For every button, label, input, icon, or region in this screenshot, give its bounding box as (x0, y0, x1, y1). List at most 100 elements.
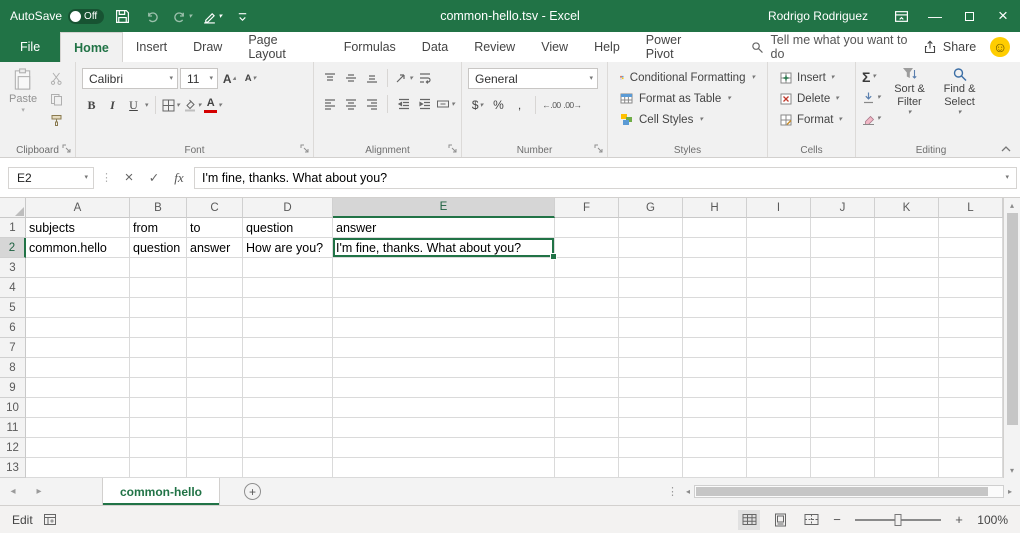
redo-button[interactable]: ▾ (170, 3, 194, 29)
comma-style-button[interactable]: , (510, 95, 529, 115)
cell-K6[interactable] (875, 318, 939, 338)
cell-K1[interactable] (875, 218, 939, 238)
vertical-scrollbar[interactable]: ▴ ▾ (1003, 198, 1020, 478)
cell-I12[interactable] (747, 438, 811, 458)
cell-I9[interactable] (747, 378, 811, 398)
align-left-button[interactable] (320, 94, 339, 114)
sheet-nav-prev-button[interactable]: ◂ (0, 486, 26, 497)
delete-cells-button[interactable]: Delete ▾ (774, 89, 849, 108)
scroll-down-icon[interactable]: ▾ (1010, 465, 1014, 476)
column-header-D[interactable]: D (243, 198, 333, 218)
cell-G12[interactable] (619, 438, 683, 458)
cell-B10[interactable] (130, 398, 187, 418)
formula-input[interactable]: I'm fine, thanks. What about you? ▾ (194, 167, 1017, 189)
cell-L3[interactable] (939, 258, 1003, 278)
merge-center-button[interactable]: ▾ (436, 94, 455, 114)
cell-H12[interactable] (683, 438, 747, 458)
cell-J10[interactable] (811, 398, 875, 418)
number-format-select[interactable]: General ▾ (468, 68, 598, 89)
cell-D12[interactable] (243, 438, 333, 458)
clipboard-dialog-launcher[interactable] (62, 144, 72, 154)
cancel-button[interactable]: × (119, 169, 139, 186)
increase-decimal-button[interactable]: ←.00 (542, 95, 561, 115)
scroll-up-icon[interactable]: ▴ (1010, 200, 1014, 211)
cell-J12[interactable] (811, 438, 875, 458)
decrease-decimal-button[interactable]: .00→ (563, 95, 582, 115)
cell-F11[interactable] (555, 418, 619, 438)
cell-F2[interactable] (555, 238, 619, 258)
clear-button[interactable]: ▾ (862, 110, 881, 127)
row-header-12[interactable]: 12 (0, 438, 26, 458)
formula-bar-splitter[interactable]: ⋮ (99, 171, 114, 184)
zoom-in-button[interactable]: + (953, 512, 965, 527)
column-header-B[interactable]: B (130, 198, 187, 218)
cell-K9[interactable] (875, 378, 939, 398)
cell-I3[interactable] (747, 258, 811, 278)
zoom-slider[interactable] (855, 519, 941, 521)
sort-filter-button[interactable]: Sort & Filter ▾ (885, 65, 935, 142)
cell-J1[interactable] (811, 218, 875, 238)
cell-E1[interactable]: answer (333, 218, 555, 238)
column-header-H[interactable]: H (683, 198, 747, 218)
column-header-A[interactable]: A (26, 198, 130, 218)
tab-formulas[interactable]: Formulas (331, 32, 409, 62)
cell-A6[interactable] (26, 318, 130, 338)
column-header-C[interactable]: C (187, 198, 243, 218)
cell-J5[interactable] (811, 298, 875, 318)
cell-K2[interactable] (875, 238, 939, 258)
cell-B8[interactable] (130, 358, 187, 378)
scroll-left-icon[interactable]: ◂ (686, 486, 690, 497)
cell-B2[interactable]: question (130, 238, 187, 258)
cell-G7[interactable] (619, 338, 683, 358)
column-header-F[interactable]: F (555, 198, 619, 218)
normal-view-button[interactable] (738, 510, 760, 530)
decrease-font-size-button[interactable]: A▾ (241, 69, 260, 89)
cell-J2[interactable] (811, 238, 875, 258)
cut-button[interactable] (44, 70, 68, 87)
cell-D5[interactable] (243, 298, 333, 318)
cell-B12[interactable] (130, 438, 187, 458)
cell-D4[interactable] (243, 278, 333, 298)
cell-J11[interactable] (811, 418, 875, 438)
minimize-button[interactable]: — (918, 0, 952, 32)
cell-C5[interactable] (187, 298, 243, 318)
underline-button[interactable]: U (124, 95, 143, 115)
row-header-11[interactable]: 11 (0, 418, 26, 438)
cell-C13[interactable] (187, 458, 243, 478)
cell-C6[interactable] (187, 318, 243, 338)
vertical-scroll-track[interactable] (1007, 211, 1018, 465)
borders-button[interactable]: ▾ (162, 95, 181, 115)
tab-view[interactable]: View (528, 32, 581, 62)
cell-H13[interactable] (683, 458, 747, 478)
cell-L11[interactable] (939, 418, 1003, 438)
format-as-table-button[interactable]: Format as Table ▾ (614, 89, 761, 108)
fill-color-button[interactable]: ▾ (183, 95, 202, 115)
cell-J13[interactable] (811, 458, 875, 478)
cell-B1[interactable]: from (130, 218, 187, 238)
cell-H1[interactable] (683, 218, 747, 238)
cell-B6[interactable] (130, 318, 187, 338)
row-header-6[interactable]: 6 (0, 318, 26, 338)
orientation-button[interactable]: ▾ (394, 68, 413, 88)
cell-B11[interactable] (130, 418, 187, 438)
font-color-button[interactable]: A ▾ (204, 95, 223, 115)
cell-L1[interactable] (939, 218, 1003, 238)
cell-H8[interactable] (683, 358, 747, 378)
cell-G4[interactable] (619, 278, 683, 298)
zoom-level[interactable]: 100% (974, 513, 1008, 527)
align-right-button[interactable] (362, 94, 381, 114)
percent-style-button[interactable]: % (489, 95, 508, 115)
cell-H2[interactable] (683, 238, 747, 258)
cell-K8[interactable] (875, 358, 939, 378)
cell-E7[interactable] (333, 338, 555, 358)
cell-J7[interactable] (811, 338, 875, 358)
tab-insert[interactable]: Insert (123, 32, 180, 62)
page-layout-view-button[interactable] (769, 510, 791, 530)
new-sheet-button[interactable]: + (244, 483, 261, 500)
cell-F7[interactable] (555, 338, 619, 358)
cell-L9[interactable] (939, 378, 1003, 398)
save-button[interactable] (110, 3, 134, 29)
cell-L6[interactable] (939, 318, 1003, 338)
cell-C2[interactable]: answer (187, 238, 243, 258)
cell-K13[interactable] (875, 458, 939, 478)
